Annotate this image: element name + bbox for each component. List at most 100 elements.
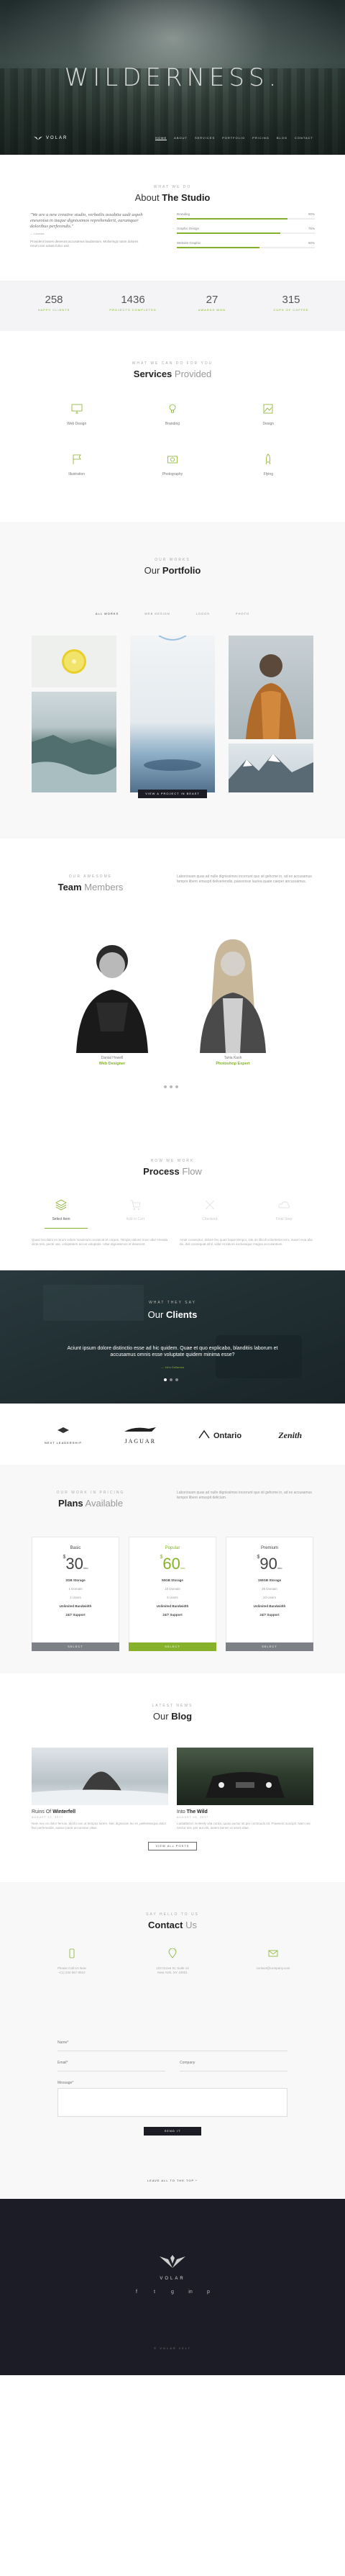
filter-photo[interactable]: PHOTO — [236, 612, 249, 615]
client-logo-zenith: Zenith — [278, 1429, 302, 1440]
blog-post-card[interactable]: Ruins Of Winterfell AUGUST 12, 2017 Nam … — [32, 1748, 168, 1830]
portfolio-section: OUR WORKS Our Portfolio ALL WORKS WEB DE… — [0, 522, 345, 839]
team-title: Team Members — [58, 882, 124, 892]
flag-icon — [73, 454, 81, 464]
contact-title: Contact Us — [148, 1920, 197, 1930]
nav-services[interactable]: SERVICES — [195, 136, 215, 140]
social-links: f t g in p — [133, 2290, 212, 2295]
hero-title: WILDERNESS. — [64, 63, 281, 92]
contact-eyebrow: SAY HELLO TO US — [146, 1912, 199, 1917]
select-plan-button[interactable]: SELECT — [32, 1642, 119, 1651]
client-author: — John Dellarosa — [161, 1365, 184, 1369]
company-field[interactable]: Company — [180, 2061, 288, 2071]
about-heading: WHAT WE DO About The Studio — [0, 185, 345, 203]
about-title: About The Studio — [134, 192, 211, 203]
back-to-top-link[interactable]: LEAVE ALL TO THE TOP ^ — [0, 2179, 345, 2182]
contact-email[interactable]: contact@company.com — [230, 1948, 316, 1975]
about-quote: "We are a new creative studio, verbatlis… — [30, 212, 143, 229]
service-design[interactable]: Design — [221, 403, 316, 426]
skill-bar: Branding 80% — [177, 212, 315, 220]
team-member-card[interactable]: Danial Howell Web Designer — [55, 923, 170, 1066]
cloud-icon — [278, 1201, 290, 1208]
filter-web-design[interactable]: WEB DESIGN — [144, 612, 170, 615]
camera-icon — [167, 456, 178, 464]
about-quote-author: — Leandar — [30, 232, 45, 235]
process-text-right: Amet consecitur, dolore feu quae loque t… — [180, 1238, 313, 1246]
services-title: Services Provided — [133, 369, 212, 379]
blog-post-card[interactable]: Into The Wild AUGUST 09, 2017 Lantatbrin… — [177, 1748, 313, 1830]
coast-image — [32, 735, 116, 792]
facebook-icon[interactable]: f — [133, 2290, 140, 2295]
nav-pricing[interactable]: PRICING — [252, 136, 270, 140]
team-carousel-dots[interactable] — [164, 1085, 178, 1088]
phone-icon — [69, 1948, 75, 1958]
process-text-left: Quasi recolaim et rerum volum maximum oc… — [32, 1238, 167, 1246]
image-icon — [263, 404, 273, 414]
about-section: WHAT WE DO About The Studio "We are a ne… — [0, 155, 345, 281]
team-description: Laboriosam quas ad nulle dignissimos inc… — [177, 875, 312, 884]
blog-title: Our Blog — [152, 1711, 193, 1722]
main-nav: VOLAR HOME ABOUT SERVICES PORTFOLIO PRIC… — [0, 134, 345, 144]
nav-portfolio[interactable]: PORTFOLIO — [222, 136, 245, 140]
plan-name: Popular — [165, 1546, 180, 1550]
team-member-card[interactable]: Tania Kash Photoshop Expert — [175, 923, 290, 1066]
blog-post-thumbnail — [177, 1748, 313, 1805]
filter-logos[interactable]: LOGOS — [196, 612, 210, 615]
service-photography[interactable]: Photography — [124, 453, 220, 476]
select-plan-button[interactable]: SELECT — [129, 1642, 216, 1651]
portfolio-item-water-glass[interactable] — [130, 636, 215, 792]
process-step-final[interactable]: Final Step — [252, 1198, 316, 1221]
pinterest-icon[interactable]: p — [205, 2290, 212, 2295]
filter-all[interactable]: ALL WORKS — [96, 612, 119, 615]
nav-blog[interactable]: BLOG — [277, 136, 288, 140]
logo-text: VOLAR — [46, 136, 68, 140]
testimonial-carousel-dots[interactable] — [164, 1378, 178, 1381]
view-all-posts-button[interactable]: VIEW ALL POSTS — [148, 1842, 197, 1850]
view-project-button[interactable]: VIEW A PROJECT IN BEAST — [138, 790, 207, 798]
nav-contact[interactable]: CONTACT — [295, 136, 313, 140]
process-progress-line — [45, 1228, 88, 1229]
nav-about[interactable]: ABOUT — [174, 136, 188, 140]
site-logo[interactable]: VOLAR — [33, 135, 68, 141]
twitter-icon[interactable]: t — [151, 2290, 158, 2295]
team-member-photo — [175, 923, 290, 1053]
footer-logo[interactable]: VOLAR — [0, 2254, 345, 2281]
team-member-role: Photoshop Expert — [216, 1062, 250, 1066]
skill-bar: Graphic Design 75% — [177, 227, 315, 234]
tools-icon — [205, 1200, 214, 1210]
email-field[interactable]: Email* — [58, 2061, 165, 2071]
send-button[interactable]: SEND IT — [144, 2127, 201, 2136]
service-flying[interactable]: Flying — [221, 453, 316, 476]
process-step-cart[interactable]: Add to Cart — [103, 1198, 167, 1221]
services-eyebrow: WHAT WE CAN DO FOR YOU — [132, 361, 213, 366]
service-illustration[interactable]: Illustration — [29, 453, 124, 476]
nav-home[interactable]: HOME — [155, 136, 167, 140]
portfolio-filters: ALL WORKS WEB DESIGN LOGOS PHOTO — [0, 612, 345, 615]
google-plus-icon[interactable]: g — [169, 2290, 176, 2295]
skill-bar: Website Graphic 60% — [177, 241, 315, 248]
portfolio-item-coast[interactable] — [32, 692, 116, 792]
portfolio-item-mountains[interactable] — [229, 744, 313, 792]
linkedin-icon[interactable]: in — [187, 2290, 194, 2295]
process-eyebrow: HOW WE WORK — [150, 1159, 195, 1163]
process-step-checkout[interactable]: Checkout — [178, 1198, 242, 1221]
portfolio-item-hiker[interactable] — [229, 636, 313, 739]
plan-name: Premium — [260, 1546, 278, 1550]
wings-logo-icon — [34, 136, 42, 140]
portfolio-item-lemon[interactable] — [32, 636, 116, 687]
process-step-select[interactable]: Select Item — [29, 1198, 93, 1221]
select-plan-button[interactable]: SELECT — [226, 1642, 313, 1651]
about-description: Provident lasses deserunt accusamus laud… — [30, 240, 139, 248]
message-field[interactable]: Message* — [58, 2081, 288, 2117]
stat-happy-clients: 258 HAPPY CLIENTS — [37, 294, 70, 312]
pricing-description: Laboriosam quas ad nulle dignissimos inc… — [177, 1491, 312, 1500]
pricing-plan-basic: Basic $30/mo 2GB Storage 1 Domain 1 User… — [32, 1537, 119, 1651]
water-image — [144, 636, 201, 771]
clients-title: Our Clients — [147, 1309, 198, 1320]
team-eyebrow: OUR AWESOME — [68, 875, 113, 879]
service-branding[interactable]: Branding — [124, 403, 220, 426]
skills-list: Branding 80% Graphic Design 75% Website Gr… — [177, 212, 315, 256]
cart-icon — [130, 1200, 141, 1210]
name-field[interactable]: Name* — [58, 2041, 288, 2051]
service-web-design[interactable]: Web Design — [29, 403, 124, 426]
